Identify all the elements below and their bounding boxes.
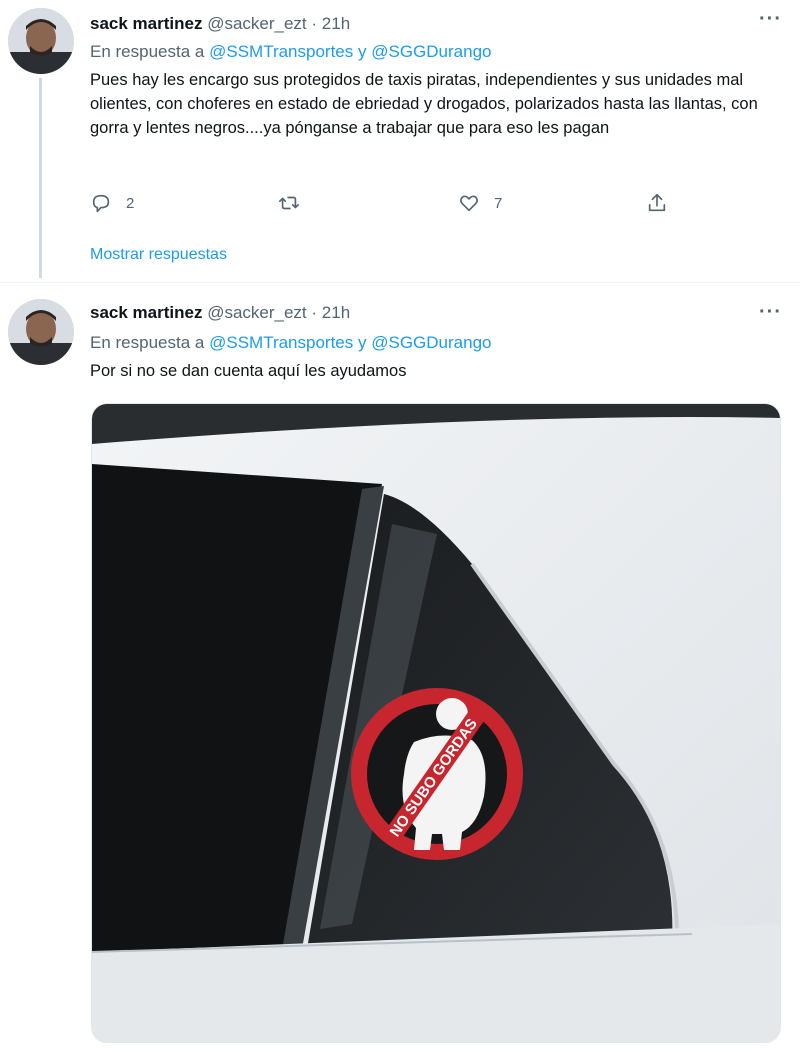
reply-icon [92, 194, 110, 213]
mention-link[interactable]: @SSMTransportes [209, 333, 353, 352]
replying-to: En respuesta a @SSMTransportes y @SGGDur… [90, 42, 492, 62]
author-name[interactable]: sack martinez [90, 14, 202, 33]
avatar-image [8, 299, 74, 365]
tweet-1[interactable]: sack martinez @sacker_ezt · 21h ··· En r… [0, 0, 800, 283]
replying-prefix: En respuesta a [90, 333, 205, 352]
replying-prefix: En respuesta a [90, 42, 205, 61]
thread-line [39, 78, 42, 278]
timestamp[interactable]: 21h [322, 14, 350, 33]
like-icon [460, 195, 478, 212]
tweet-text: Por si no se dan cuenta aquí les ayudamo… [90, 362, 407, 380]
tweet-text: Pues hay les encargo sus protegidos de t… [90, 71, 758, 137]
share-button[interactable] [646, 192, 668, 214]
no-entry-sticker: NO SUBO GORDAS [351, 688, 523, 860]
mention-link[interactable]: @SGGDurango [371, 42, 491, 61]
tweet-media-image[interactable]: NO SUBO GORDAS [91, 403, 781, 1043]
show-replies-link[interactable]: Mostrar respuestas [90, 246, 227, 264]
separator: · [311, 303, 318, 322]
avatar[interactable] [8, 299, 74, 365]
more-icon[interactable]: ··· [759, 8, 782, 31]
replying-to: En respuesta a @SSMTransportes y @SGGDur… [90, 333, 492, 353]
car-window-photo: NO SUBO GORDAS [92, 404, 780, 1042]
author-handle[interactable]: @sacker_ezt [207, 303, 306, 322]
avatar-image [8, 8, 74, 74]
tweet-2[interactable]: sack martinez @sacker_ezt · 21h ··· En r… [0, 283, 800, 1050]
like-count: 7 [494, 194, 503, 212]
tweet-header: sack martinez @sacker_ezt · 21h [90, 14, 350, 34]
timestamp[interactable]: 21h [322, 303, 350, 322]
reply-button[interactable]: 2 [90, 192, 134, 214]
author-name[interactable]: sack martinez [90, 303, 202, 322]
reply-count: 2 [126, 194, 135, 212]
mention-link[interactable]: @SSMTransportes [209, 42, 353, 61]
mention-link[interactable]: @SGGDurango [371, 333, 491, 352]
mention-conjunction: y [358, 42, 367, 61]
tweet-actions: 2 7 [90, 192, 690, 216]
like-button[interactable]: 7 [458, 192, 502, 214]
retweet-icon [279, 196, 299, 210]
share-icon [648, 193, 666, 212]
separator: · [311, 14, 318, 33]
tweet-header: sack martinez @sacker_ezt · 21h [90, 303, 350, 323]
mention-conjunction: y [358, 333, 367, 352]
retweet-button[interactable] [278, 192, 314, 214]
avatar[interactable] [8, 8, 74, 74]
author-handle[interactable]: @sacker_ezt [207, 14, 306, 33]
more-icon[interactable]: ··· [759, 301, 782, 324]
